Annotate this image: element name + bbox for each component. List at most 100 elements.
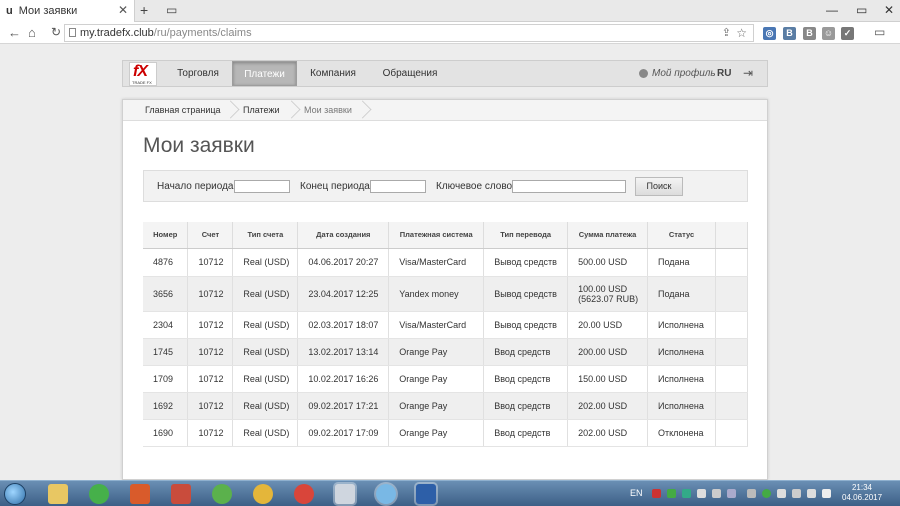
profile-label: Мой профиль [652,68,716,79]
back-button[interactable]: ← [8,25,21,40]
cell-status: Отклонена [647,419,716,447]
tray-icon[interactable] [697,489,706,498]
start-date-input[interactable] [234,180,290,193]
menu-item-trading[interactable]: Торговля [167,61,229,86]
bluetooth-icon[interactable] [747,489,756,498]
cell-number: 4876 [143,248,189,277]
mail-icon[interactable] [89,484,109,504]
col-header: Статус [647,222,716,249]
maximize-button[interactable]: ▭ [856,3,867,17]
table-row[interactable]: 4876 10712 Real (USD) 04.06.2017 20:27 V… [143,248,749,277]
cell-payment-system: Visa/MasterCard [388,311,485,339]
cell-account: 10712 [187,248,234,277]
tray-icon[interactable] [792,489,801,498]
amount-value: 150.00 USD [578,373,628,384]
search-button[interactable]: Поиск [635,177,683,196]
home-icon[interactable]: ⌂ [28,25,36,40]
new-tab-button[interactable]: + [140,2,148,18]
network-icon[interactable] [376,484,396,504]
browser-tab[interactable]: u Мои заявки ✕ [0,0,135,22]
table-row[interactable]: 1745 10712 Real (USD) 13.02.2017 13:14 O… [143,338,749,366]
puzzle-icon[interactable] [171,484,191,504]
logout-icon[interactable]: ⇥ [743,61,753,86]
tray-icon[interactable] [682,489,691,498]
explorer-icon[interactable] [48,484,68,504]
table-row[interactable]: 2304 10712 Real (USD) 02.03.2017 18:07 V… [143,311,749,339]
browser-tab-strip: u Мои заявки ✕ + ▭ — ▭ ✕ [0,0,900,22]
tray-icon[interactable] [652,489,661,498]
extension-globe-icon[interactable]: ◎ [763,27,776,40]
cell-amount: 150.00 USD [567,365,648,393]
amount-value: 20.00 USD [578,319,623,330]
language-switch[interactable]: RU [717,61,731,86]
page-icon [69,28,76,37]
breadcrumb-payments[interactable]: Платежи [243,100,280,121]
extension-face-icon[interactable]: ☺ [822,27,835,40]
tray-icon[interactable] [727,489,736,498]
table-row[interactable]: 3656 10712 Real (USD) 23.04.2017 12:25 Y… [143,276,749,312]
monitor-icon[interactable] [335,484,355,504]
clock[interactable]: 21:34 04.06.2017 [842,483,882,503]
menu-item-payments[interactable]: Платежи [232,61,297,86]
page-title: Мои заявки [143,134,255,157]
breadcrumb-home[interactable]: Главная страница [145,100,221,121]
minimize-button[interactable]: — [826,3,838,17]
tray-language[interactable]: EN [630,488,643,498]
cell-action [715,338,749,366]
cell-transfer-type: Ввод средств [483,392,569,420]
address-bar[interactable]: my.tradefx.club/ru/payments/claims ⇪ ☆ [64,24,754,42]
tray-icon[interactable] [777,489,786,498]
globe-icon[interactable] [212,484,232,504]
cell-transfer-type: Вывод средств [483,276,569,312]
tab-close-icon[interactable]: ✕ [118,3,128,17]
cell-date: 09.02.2017 17:21 [297,392,390,420]
cell-amount: 202.00 USD [567,392,648,420]
tray-icon[interactable] [667,489,676,498]
start-button[interactable] [4,483,26,505]
chrome-icon[interactable] [294,484,314,504]
cell-amount: 100.00 USD (5623.07 RUB) [567,276,648,312]
volume-icon[interactable] [822,489,831,498]
media-player-icon[interactable] [130,484,150,504]
keyword-input[interactable] [512,180,626,193]
bookmark-star-icon[interactable]: ☆ [736,25,747,41]
cell-account: 10712 [187,276,234,312]
network-status-icon[interactable] [807,489,816,498]
cell-account-type: Real (USD) [232,276,299,312]
word-icon[interactable] [416,484,436,504]
tab-list-icon[interactable]: ▭ [166,3,177,17]
table-row[interactable]: 1690 10712 Real (USD) 09.02.2017 17:09 O… [143,419,749,447]
cell-transfer-type: Ввод средств [483,419,569,447]
col-header: Тип перевода [483,222,569,249]
menu-item-requests[interactable]: Обращения [375,61,445,86]
extension-b-icon[interactable]: B [803,27,816,40]
cell-status: Подана [647,248,716,277]
menu-item-company[interactable]: Компания [301,61,365,86]
cell-payment-system: Orange Pay [388,392,485,420]
extension-vk-icon[interactable]: B [783,27,796,40]
start-date-label: Начало периода: [157,181,237,192]
cell-number: 1709 [143,365,189,393]
share-icon[interactable]: ⇪ [722,25,731,41]
end-date-input[interactable] [370,180,426,193]
col-header: Сумма платежа [567,222,648,249]
col-header: Дата создания [297,222,390,249]
table-row[interactable]: 1709 10712 Real (USD) 10.02.2017 16:26 O… [143,365,749,393]
reload-icon[interactable]: ↻ [51,25,61,39]
profile-link[interactable]: Мой профиль [639,61,716,86]
cell-account: 10712 [187,311,234,339]
cell-account-type: Real (USD) [232,248,299,277]
tray-icon[interactable] [762,489,771,498]
table-row[interactable]: 1692 10712 Real (USD) 09.02.2017 17:21 O… [143,392,749,420]
extension-twitter-icon[interactable]: ✓ [841,27,854,40]
breadcrumb-separator [288,100,298,121]
logo[interactable]: fX TRADE FX [129,62,157,86]
amount-converted: (5623.07 RUB) [578,293,639,304]
col-header: Тип счета [232,222,299,249]
tray-icon[interactable] [712,489,721,498]
cell-number: 2304 [143,311,189,339]
mail2-icon[interactable] [253,484,273,504]
chat-icon[interactable]: ▭ [874,25,885,39]
close-window-button[interactable]: ✕ [884,3,894,17]
cell-account-type: Real (USD) [232,311,299,339]
